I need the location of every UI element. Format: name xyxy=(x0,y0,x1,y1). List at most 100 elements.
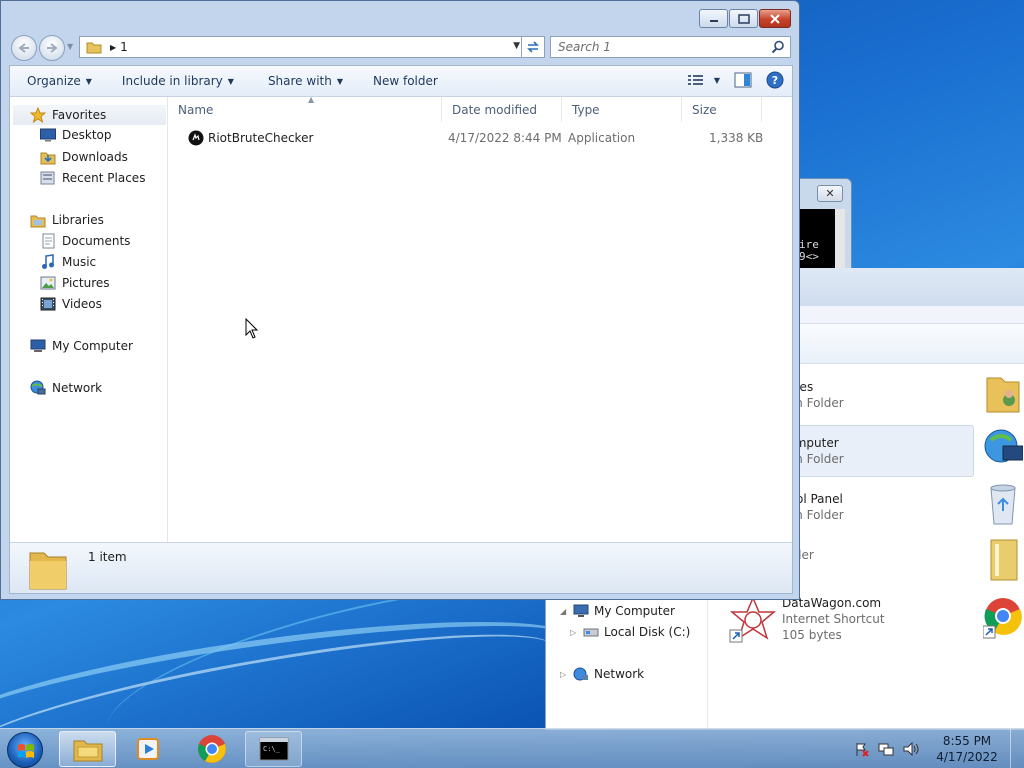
console-close-button[interactable]: ✕ xyxy=(817,185,843,202)
bg-nav-local-disk[interactable]: ▷ Local Disk (C:) xyxy=(570,625,690,639)
system-tray: 8:55 PM 4/17/2022 xyxy=(854,729,1024,768)
refresh-icon xyxy=(527,41,539,53)
nav-downloads[interactable]: Downloads xyxy=(40,149,128,165)
nav-favorites[interactable]: Favorites xyxy=(30,107,106,123)
nav-pictures[interactable]: Pictures xyxy=(40,275,110,291)
folder-small-icon xyxy=(86,42,102,54)
share-with-button[interactable]: Share with ▼ xyxy=(268,74,343,88)
volume-icon[interactable] xyxy=(902,741,920,757)
nav-pictures-label: Pictures xyxy=(62,276,110,290)
mouse-cursor-icon xyxy=(245,318,259,339)
column-name-label: Name xyxy=(178,102,214,117)
libraries-icon xyxy=(30,215,46,228)
nav-desktop[interactable]: Desktop xyxy=(40,128,112,142)
breadcrumb-segment[interactable]: 1 xyxy=(120,40,128,54)
taskbar-media-player-button[interactable] xyxy=(120,731,177,767)
nav-music[interactable]: Music xyxy=(40,254,96,270)
file-row[interactable]: RiotBruteChecker 4/17/2022 8:44 PM Appli… xyxy=(168,127,792,149)
bg-item-subtitle: Internet Shortcut xyxy=(782,612,885,626)
new-folder-button[interactable]: New folder xyxy=(373,74,438,88)
search-input[interactable]: Search 1 xyxy=(550,36,791,58)
maximize-button[interactable] xyxy=(729,9,758,28)
file-explorer-icon xyxy=(73,740,102,762)
nav-music-label: Music xyxy=(62,255,97,269)
organize-button[interactable]: Organize ▼ xyxy=(27,74,92,88)
network-tray-icon[interactable] xyxy=(878,741,894,757)
view-controls: ▼ ? xyxy=(687,71,784,89)
bg-item-datawagon[interactable]: DataWagon.com Internet Shortcut 105 byte… xyxy=(782,595,885,643)
column-header-name[interactable]: Name ▲ xyxy=(168,95,442,122)
nav-my-computer[interactable]: My Computer xyxy=(30,338,133,354)
explorer-window[interactable]: ▼ ▶ 1 ▼ Search 1 Organize ▼ Include in li… xyxy=(0,0,800,600)
bg-item-size: 105 bytes xyxy=(782,628,842,642)
action-center-flag-icon[interactable] xyxy=(854,741,870,757)
search-icon[interactable] xyxy=(771,40,785,54)
expand-triangle-icon[interactable]: ▷ xyxy=(560,670,568,679)
recent-pages-dropdown-icon[interactable]: ▼ xyxy=(67,42,73,51)
navigation-row: ▼ ▶ 1 ▼ Search 1 xyxy=(9,34,793,61)
console-scrollbar[interactable] xyxy=(835,209,845,271)
start-button[interactable] xyxy=(7,732,43,768)
console-output: ire 9<> xyxy=(799,209,835,271)
minimize-button[interactable] xyxy=(699,9,728,28)
share-with-label: Share with xyxy=(267,74,332,88)
clock-date: 4/17/2022 xyxy=(936,750,998,764)
nav-documents[interactable]: Documents xyxy=(40,233,130,249)
close-icon xyxy=(770,13,780,24)
file-type: Application xyxy=(568,131,636,145)
bg-nav-my-computer-label: My Computer xyxy=(594,604,675,618)
preview-pane-icon[interactable] xyxy=(734,72,752,88)
column-header-size[interactable]: Size xyxy=(682,97,762,122)
close-button[interactable] xyxy=(759,9,791,28)
column-header-date-modified[interactable]: Date modified xyxy=(442,97,562,122)
nav-favorites-label: Favorites xyxy=(52,108,107,122)
bg-nav-network[interactable]: ▷ Network xyxy=(560,667,644,681)
address-bar[interactable]: ▶ 1 ▼ xyxy=(79,36,525,58)
view-dropdown-icon[interactable]: ▼ xyxy=(714,76,720,85)
item-count: 1 item xyxy=(88,550,127,564)
taskbar-explorer-button[interactable] xyxy=(59,731,116,767)
media-player-icon xyxy=(136,738,159,760)
back-button[interactable] xyxy=(11,35,37,61)
back-arrow-icon xyxy=(18,43,29,53)
address-dropdown-icon[interactable]: ▼ xyxy=(513,41,520,51)
chrome-shortcut-icon xyxy=(983,598,1022,639)
sort-ascending-icon: ▲ xyxy=(308,95,315,104)
folder-icon xyxy=(990,539,1018,581)
file-size: 1,338 KB xyxy=(709,131,764,145)
forward-arrow-icon xyxy=(47,43,58,53)
nav-videos-label: Videos xyxy=(62,297,102,311)
file-list[interactable]: Name ▲ Date modified Type Size RiotBrute… xyxy=(168,95,792,542)
dropdown-arrow-icon: ▼ xyxy=(85,76,92,86)
include-in-library-button[interactable]: Include in library ▼ xyxy=(122,74,234,88)
collapse-triangle-icon[interactable]: ◢ xyxy=(560,607,568,616)
nav-videos[interactable]: Videos xyxy=(40,296,102,312)
recycle-bin-icon xyxy=(990,484,1016,525)
nav-libraries-label: Libraries xyxy=(52,213,104,227)
change-view-button[interactable]: ▼ xyxy=(687,74,720,86)
nav-libraries[interactable]: Libraries xyxy=(30,212,104,228)
windows-logo-icon xyxy=(18,744,34,758)
help-icon[interactable]: ? xyxy=(766,71,784,89)
nav-network[interactable]: Network xyxy=(30,380,102,396)
expand-triangle-icon[interactable]: ▷ xyxy=(570,628,578,637)
taskbar-chrome-button[interactable] xyxy=(183,731,240,767)
nav-recent-places[interactable]: Recent Places xyxy=(40,170,145,186)
recent-places-icon xyxy=(40,171,55,185)
details-pane: 1 item xyxy=(10,542,792,593)
taskbar-cmd-button[interactable]: C:\_ xyxy=(245,731,302,767)
bg-nav-my-computer[interactable]: ◢ My Computer xyxy=(560,604,675,618)
refresh-button[interactable] xyxy=(521,36,545,58)
new-folder-label: New folder xyxy=(373,74,438,88)
breadcrumb-chevron-icon[interactable]: ▶ xyxy=(110,43,116,52)
navigation-pane: Favorites Desktop Downloads Recent Place… xyxy=(10,97,168,542)
bg-nav-local-disk-label: Local Disk (C:) xyxy=(604,625,691,639)
column-header-type[interactable]: Type xyxy=(562,97,682,122)
clock[interactable]: 8:55 PM 4/17/2022 xyxy=(924,733,1010,765)
show-desktop-button[interactable] xyxy=(1010,729,1024,768)
details-view-icon xyxy=(687,75,703,85)
column-date-label: Date modified xyxy=(452,102,538,117)
include-in-library-label: Include in library xyxy=(121,74,223,88)
bg-nav-network-label: Network xyxy=(594,667,645,681)
forward-button[interactable] xyxy=(39,35,65,61)
